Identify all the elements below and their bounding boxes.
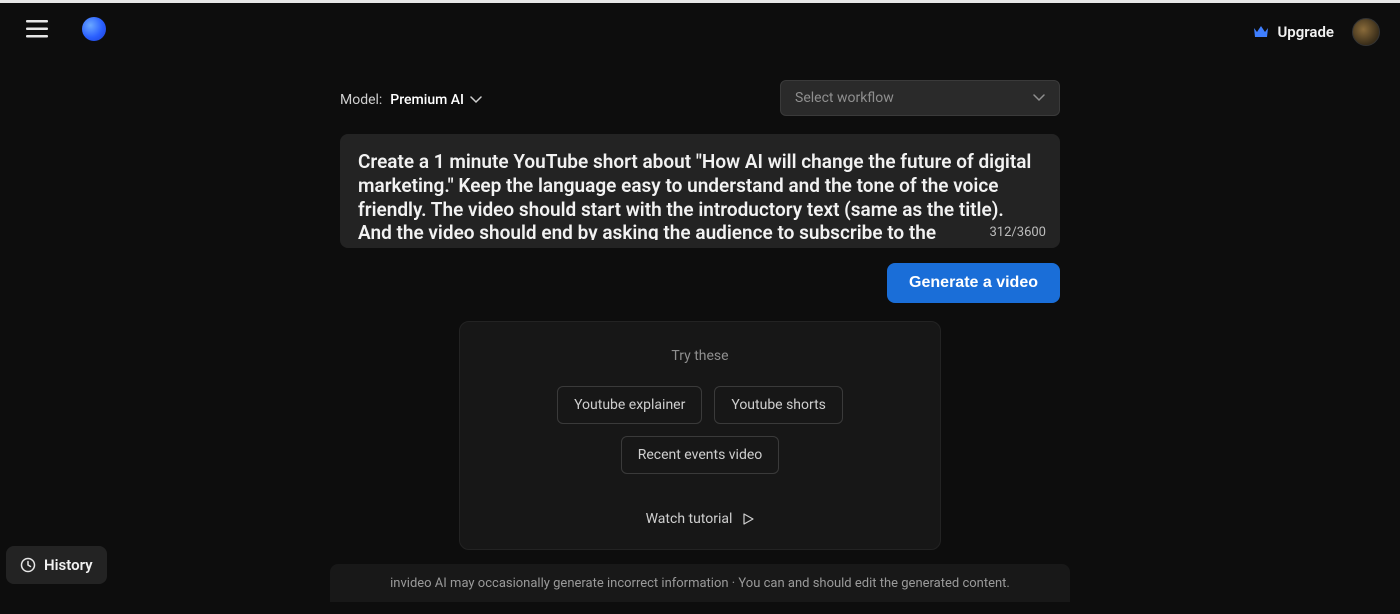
disclaimer-text: invideo AI may occasionally generate inc… — [390, 576, 1010, 591]
app-header: Upgrade — [0, 3, 1400, 55]
try-these-title: Try these — [480, 348, 920, 364]
chevron-down-icon — [470, 96, 482, 104]
app-logo[interactable] — [80, 15, 108, 43]
model-selector[interactable]: Premium AI — [390, 92, 482, 108]
model-name-text: Premium AI — [390, 92, 464, 108]
suggestion-chip-row: Youtube explainer Youtube shorts Recent … — [480, 386, 920, 474]
header-actions: Upgrade — [1253, 6, 1380, 58]
prompt-input[interactable]: Create a 1 minute YouTube short about "H… — [358, 150, 1042, 240]
suggestion-chip[interactable]: Recent events video — [621, 436, 780, 474]
upgrade-label: Upgrade — [1277, 23, 1334, 41]
upgrade-button[interactable]: Upgrade — [1253, 23, 1334, 41]
char-count: 312/3600 — [989, 225, 1046, 240]
suggestion-chip[interactable]: Youtube explainer — [557, 386, 702, 424]
chevron-down-icon — [1033, 94, 1045, 102]
watch-tutorial-label: Watch tutorial — [646, 511, 733, 527]
menu-button[interactable] — [20, 12, 54, 46]
history-label: History — [44, 556, 93, 574]
crown-icon — [1253, 25, 1269, 39]
workflow-placeholder: Select workflow — [795, 90, 894, 106]
suggestion-chip[interactable]: Youtube shorts — [714, 386, 843, 424]
disclaimer-bar: invideo AI may occasionally generate inc… — [330, 564, 1070, 602]
model-label: Model: — [340, 92, 382, 108]
watch-tutorial-link[interactable]: Watch tutorial — [646, 511, 755, 527]
prompt-input-container: Create a 1 minute YouTube short about "H… — [340, 134, 1060, 248]
globe-icon — [82, 17, 106, 41]
avatar[interactable] — [1352, 18, 1380, 46]
model-selector-group: Model: Premium AI — [340, 89, 482, 108]
try-these-panel: Try these Youtube explainer Youtube shor… — [459, 321, 941, 550]
workflow-select[interactable]: Select workflow — [780, 80, 1060, 116]
clock-icon — [20, 557, 36, 573]
hamburger-icon — [26, 20, 48, 38]
history-button[interactable]: History — [6, 546, 107, 584]
main-content: Model: Premium AI Select workflow Create… — [340, 80, 1060, 550]
play-icon — [742, 513, 754, 525]
generate-button[interactable]: Generate a video — [887, 263, 1060, 303]
generate-row: Generate a video — [340, 263, 1060, 303]
config-row: Model: Premium AI Select workflow — [340, 80, 1060, 116]
